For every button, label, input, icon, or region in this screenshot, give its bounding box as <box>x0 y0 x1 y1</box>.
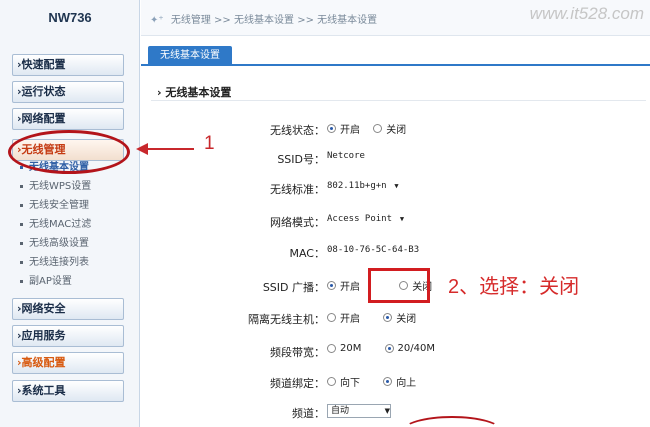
breadcrumb: ✦⁺ 无线管理 >> 无线基本设置 >> 无线基本设置 <box>150 15 378 26</box>
row-channel: 频道： 自动 <box>141 403 650 423</box>
watermark: www.it528.com <box>529 4 644 23</box>
channel-select[interactable]: 自动 <box>327 404 391 418</box>
mac-input[interactable]: 08-10-76-5C-64-B3 <box>327 245 419 255</box>
sidebar-item-app-services[interactable]: ›应用服务 <box>12 325 124 347</box>
annotation-highlight-box <box>368 268 430 303</box>
ssid-input[interactable]: Netcore <box>327 151 365 161</box>
sidebar-subitem-security[interactable]: 无线安全管理 <box>20 200 89 212</box>
breadcrumb-bar: ✦⁺ 无线管理 >> 无线基本设置 >> 无线基本设置 www.it528.co… <box>141 0 650 36</box>
ssid-broadcast-on-radio[interactable]: 开启 <box>327 278 360 293</box>
sidebar-subitem-connection-list[interactable]: 无线连接列表 <box>20 257 89 269</box>
sidebar-subitem-wps[interactable]: 无线WPS设置 <box>20 181 91 193</box>
sidebar-subitem-mac-filter[interactable]: 无线MAC过滤 <box>20 219 91 231</box>
mac-label: MAC： <box>289 247 325 260</box>
row-standard: 无线标准： 802.11b+g+n <box>141 179 650 199</box>
row-mode: 网络模式： Access Point <box>141 212 650 232</box>
isolate-label: 隔离无线主机： <box>248 313 325 326</box>
sidebar-item-network-security[interactable]: ›网络安全 <box>12 298 124 320</box>
sidebar: NW736 ›快速配置 ›运行状态 ›网络配置 ›无线管理 无线基本设置 无线W… <box>0 0 140 427</box>
star-icon: ✦⁺ <box>150 15 164 26</box>
sidebar-item-network-config[interactable]: ›网络配置 <box>12 108 124 130</box>
isolate-off-radio[interactable]: 关闭 <box>383 310 416 325</box>
sidebar-subitem-sub-ap[interactable]: 副AP设置 <box>20 276 72 288</box>
sidebar-item-system-tools[interactable]: ›系统工具 <box>12 380 124 402</box>
ssid-label: SSID号： <box>277 153 325 166</box>
ssid-broadcast-label: SSID 广播： <box>262 281 325 294</box>
tab-wireless-basic[interactable]: 无线基本设置 <box>148 46 232 66</box>
channel-bind-label: 频道绑定： <box>270 377 325 390</box>
wireless-status-on-radio[interactable]: 开启 <box>327 121 360 136</box>
bandwidth-20-40m-radio[interactable]: 20/40M <box>384 343 435 354</box>
channel-bind-up-radio[interactable]: 向上 <box>383 374 416 389</box>
mode-select[interactable]: Access Point <box>327 213 404 227</box>
channel-bind-down-radio[interactable]: 向下 <box>327 374 360 389</box>
mode-label: 网络模式： <box>270 216 325 229</box>
annotation-arrow-icon <box>136 143 194 155</box>
section-divider <box>151 100 646 101</box>
sidebar-subitem-advanced[interactable]: 无线高级设置 <box>20 238 89 250</box>
main-content: 无线基本设置 › 无线基本设置 无线状态： 开启 关闭 SSID号： Netco… <box>141 36 650 427</box>
channel-label: 频道： <box>292 407 325 420</box>
wireless-status-off-radio[interactable]: 关闭 <box>373 121 406 136</box>
row-isolate: 隔离无线主机： 开启 关闭 <box>141 309 650 329</box>
section-title: › 无线基本设置 <box>157 86 232 99</box>
bandwidth-label: 频段带宽： <box>270 346 325 359</box>
row-bandwidth: 频段带宽： 20M 20/40M <box>141 342 650 362</box>
standard-label: 无线标准： <box>270 183 325 196</box>
annotation-ellipse <box>8 130 130 174</box>
sidebar-item-advanced-config[interactable]: ›高级配置 <box>12 352 124 374</box>
brand-logo: NW736 <box>48 10 92 25</box>
row-channel-bind: 频道绑定： 向下 向上 <box>141 373 650 393</box>
row-wireless-status: 无线状态： 开启 关闭 <box>141 120 650 140</box>
row-mac: MAC： 08-10-76-5C-64-B3 <box>141 243 650 263</box>
annotation-step-1: 1 <box>204 133 215 154</box>
sidebar-item-run-status[interactable]: ›运行状态 <box>12 81 124 103</box>
wireless-status-label: 无线状态： <box>270 124 325 137</box>
row-ssid: SSID号： Netcore <box>141 149 650 169</box>
standard-select[interactable]: 802.11b+g+n <box>327 180 399 194</box>
tab-bar: 无线基本设置 <box>141 44 650 66</box>
sidebar-item-quick-setup[interactable]: ›快速配置 <box>12 54 124 76</box>
annotation-step-2: 2、选择：关闭 <box>448 276 580 298</box>
bandwidth-20m-radio[interactable]: 20M <box>327 343 361 354</box>
isolate-on-radio[interactable]: 开启 <box>327 310 360 325</box>
